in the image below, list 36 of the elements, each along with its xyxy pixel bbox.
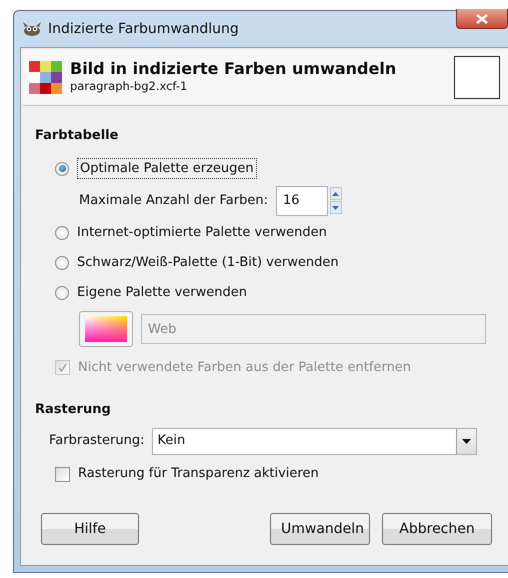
option-label[interactable]: Internet-optimierte Palette verwenden (77, 222, 327, 242)
section-heading: Farbtabelle (35, 127, 120, 145)
palette-swatch-icon (85, 316, 127, 342)
dropdown-value: Kein (157, 432, 186, 450)
help-button[interactable]: Hilfe (41, 513, 139, 545)
dialog-button[interactable]: Umwandeln (270, 513, 370, 545)
spin-up-button[interactable] (330, 187, 342, 200)
radio-button[interactable] (55, 162, 69, 176)
window-title: Indizierte Farbumwandlung (48, 20, 239, 38)
checkbox[interactable] (55, 466, 70, 482)
dialog-heading: Bild in indizierte Farben umwandeln (70, 59, 396, 78)
palette-button[interactable] (79, 310, 133, 346)
dropdown-arrow-button[interactable] (456, 428, 476, 454)
up-arrow-icon (332, 192, 340, 196)
file-name: paragraph-bg2.xcf-1 (70, 78, 188, 96)
field-label: Maximale Anzahl der Farben: (79, 192, 268, 210)
down-arrow-icon (332, 206, 340, 210)
option-label[interactable]: Eigene Palette verwenden (77, 282, 247, 302)
spin-down-button[interactable] (330, 201, 342, 214)
image-thumbnail (454, 56, 500, 99)
field-label: Farbrasterung: (49, 432, 144, 450)
palette-grid-icon (29, 61, 62, 94)
close-icon (476, 14, 488, 24)
number-field[interactable]: 16 (276, 186, 328, 216)
app-icon (22, 21, 42, 37)
radio-button[interactable] (55, 226, 69, 240)
close-button[interactable] (456, 9, 508, 29)
section-heading: Rasterung (35, 400, 112, 418)
radio-button[interactable] (55, 256, 69, 270)
option-label[interactable]: Optimale Palette erzeugen (77, 158, 257, 180)
option-label[interactable]: Schwarz/Weiß-Palette (1-Bit) verwenden (77, 252, 339, 272)
dialog-button[interactable]: Abbrechen (382, 513, 492, 545)
dropdown[interactable]: Kein (152, 428, 478, 454)
checkbox-label[interactable]: Rasterung für Transparenz aktivieren (78, 464, 319, 484)
radio-button[interactable] (55, 286, 69, 300)
caret-icon (462, 438, 472, 444)
